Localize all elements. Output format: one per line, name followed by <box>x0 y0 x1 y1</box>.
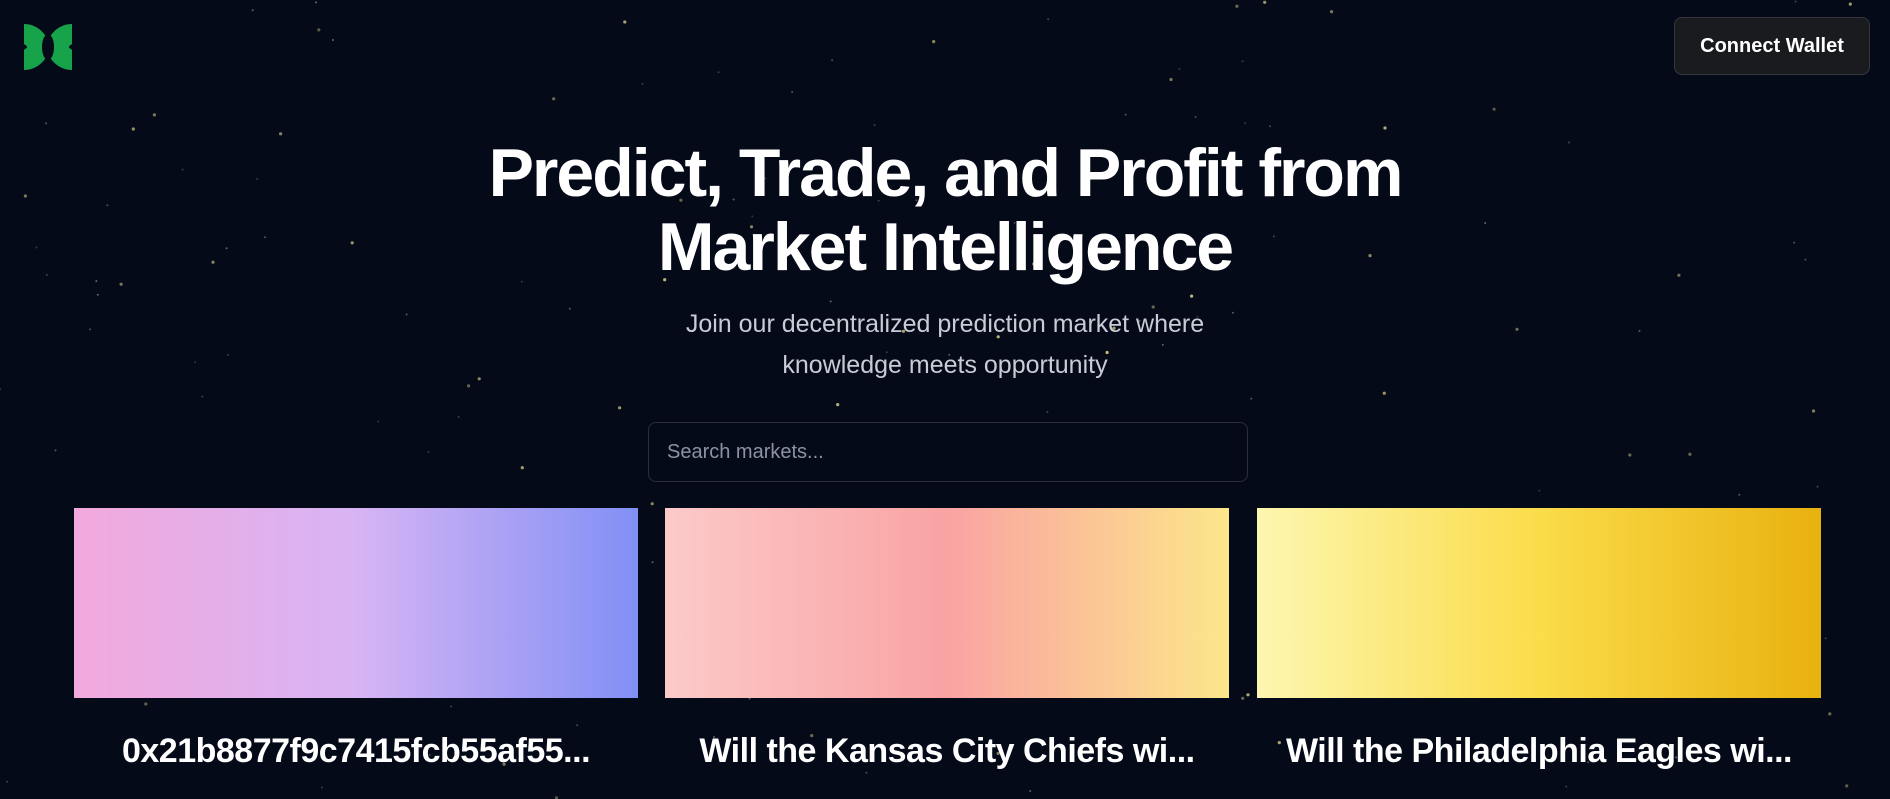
star <box>1848 2 1852 6</box>
hero-subtitle: Join our decentralized prediction market… <box>645 304 1245 386</box>
star <box>717 71 720 74</box>
star <box>1244 122 1247 125</box>
star <box>251 9 254 12</box>
star <box>568 307 571 310</box>
star <box>405 313 408 316</box>
star <box>152 113 156 117</box>
star <box>1688 452 1692 456</box>
star <box>0 388 2 391</box>
star <box>1190 294 1194 298</box>
star <box>1269 125 1271 128</box>
star <box>54 449 57 452</box>
market-card-image <box>74 508 638 698</box>
star <box>317 28 321 32</box>
star <box>467 384 471 388</box>
star <box>1246 693 1250 697</box>
star <box>1515 327 1519 331</box>
hero-title-line2: Market Intelligence <box>657 209 1234 285</box>
star <box>457 416 460 418</box>
market-card[interactable]: 0x21b8877f9c7415fcb55af55... <box>74 508 638 771</box>
star <box>1628 453 1632 457</box>
market-card-title: 0x21b8877f9c7415fcb55af55... <box>121 732 591 770</box>
star <box>1263 0 1267 4</box>
star <box>1241 696 1245 700</box>
star <box>1492 107 1496 111</box>
star <box>1738 493 1741 496</box>
hero-title: Predict, Trade, and Profit from Market I… <box>0 136 1890 284</box>
star <box>227 353 230 356</box>
star <box>201 395 204 398</box>
star <box>1250 397 1253 400</box>
star <box>618 406 622 410</box>
search-input[interactable] <box>648 422 1248 482</box>
star <box>641 82 644 85</box>
market-card-title: Will the Kansas City Chiefs wi... <box>699 732 1195 770</box>
star <box>477 377 481 381</box>
star <box>865 771 868 774</box>
hero-subtitle-line1: Join our decentralized prediction market… <box>685 310 1205 338</box>
star <box>321 786 323 789</box>
star <box>1169 77 1173 82</box>
star <box>650 502 654 506</box>
star <box>1046 410 1049 413</box>
market-card-image <box>1257 508 1821 698</box>
star <box>6 780 9 783</box>
star <box>873 124 876 127</box>
star <box>1816 485 1819 488</box>
market-card-title: Will the Philadelphia Eagles wi... <box>1285 732 1793 770</box>
star <box>1330 10 1334 14</box>
star <box>623 20 627 24</box>
star <box>552 97 556 101</box>
star <box>45 122 48 125</box>
star <box>1828 712 1832 716</box>
star <box>89 328 92 331</box>
star <box>1638 329 1641 332</box>
star <box>96 293 99 296</box>
star <box>651 561 654 564</box>
star <box>1235 4 1239 8</box>
star <box>194 361 197 364</box>
star <box>1794 0 1797 3</box>
star <box>1194 116 1197 118</box>
star <box>314 1 317 4</box>
hero-subtitle-line2: knowledge meets opportunity <box>782 351 1108 379</box>
star <box>1811 409 1816 413</box>
star <box>1565 785 1568 788</box>
logo-icon[interactable] <box>22 22 74 72</box>
connect-wallet-button[interactable]: Connect Wallet <box>1674 17 1870 75</box>
star <box>377 420 380 423</box>
star <box>829 300 832 303</box>
star <box>1538 489 1541 492</box>
star <box>1124 113 1127 116</box>
star <box>427 450 430 453</box>
star <box>831 59 834 62</box>
market-card[interactable]: Will the Philadelphia Eagles wi... <box>1257 508 1821 771</box>
star <box>1178 68 1181 70</box>
market-card[interactable]: Will the Kansas City Chiefs wi... <box>665 508 1229 771</box>
star <box>1029 790 1032 792</box>
star <box>332 39 334 41</box>
star <box>1047 18 1050 21</box>
star <box>520 466 524 470</box>
market-card-image <box>665 508 1229 698</box>
star <box>1824 637 1827 640</box>
star <box>131 127 135 131</box>
star <box>836 403 840 407</box>
star <box>1382 391 1386 395</box>
hero-title-line1: Predict, Trade, and Profit from <box>488 135 1404 211</box>
star <box>791 90 794 93</box>
star <box>1383 126 1387 130</box>
star <box>279 132 283 136</box>
star <box>932 40 936 44</box>
star <box>1845 784 1849 788</box>
star <box>1241 60 1244 63</box>
